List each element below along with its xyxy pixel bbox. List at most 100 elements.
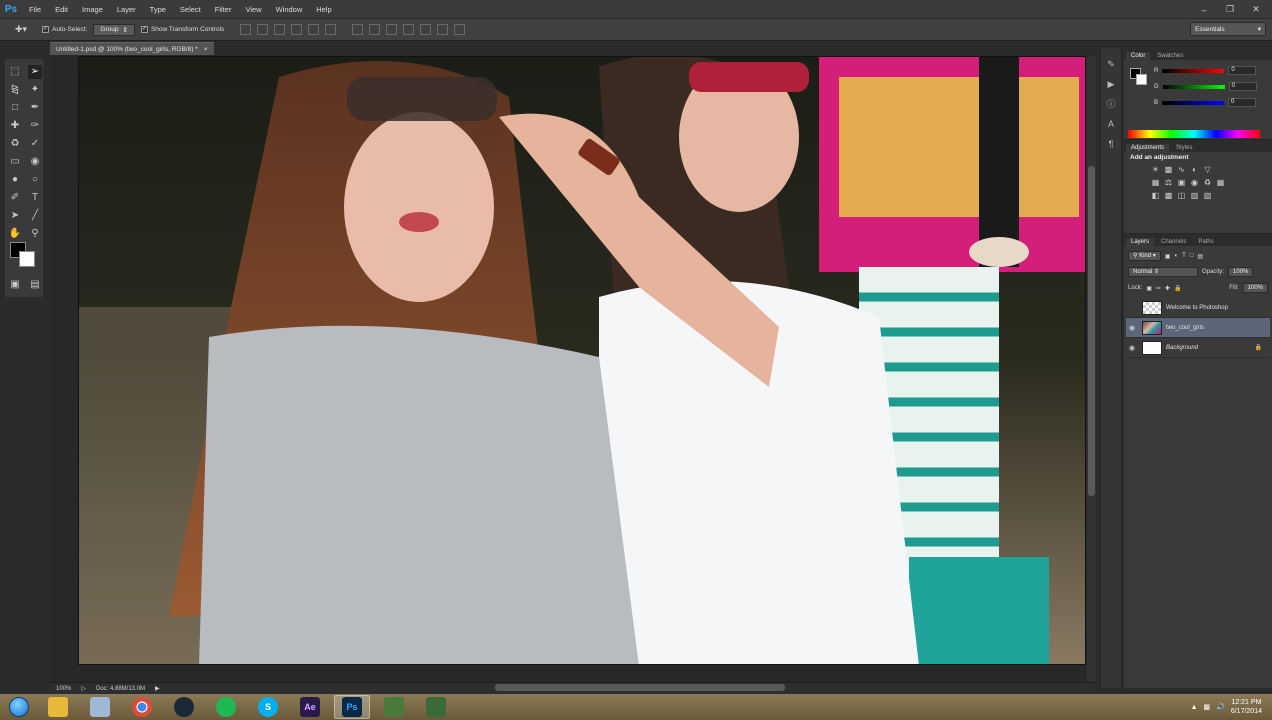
lock-transparent-icon[interactable]: ▣ [1146,285,1152,292]
horizontal-scroll-thumb[interactable] [495,684,785,691]
layer-name[interactable]: Welcome to Photoshop [1166,305,1228,311]
tab-swatches[interactable]: Swatches [1152,52,1188,60]
workspace-dropdown[interactable]: Essentials ▾ [1190,22,1266,36]
dodge-tool-icon[interactable]: ○ [28,173,42,187]
distribute-right-icon[interactable] [437,24,449,35]
zoom-tool-icon[interactable]: ⚲ [28,227,42,241]
restore-icon[interactable]: ❐ [1220,3,1240,17]
fill-input[interactable]: 100% [1242,283,1268,293]
brightness-contrast-icon[interactable]: ☀ [1150,164,1161,175]
align-right-icon[interactable] [325,24,337,35]
selective-color-icon[interactable]: ▧ [1202,190,1213,201]
menu-type[interactable]: Type [143,0,173,19]
menu-window[interactable]: Window [269,0,310,19]
align-bottom-icon[interactable] [274,24,286,35]
taskbar-app-green[interactable] [376,695,412,719]
align-hcenter-icon[interactable] [308,24,320,35]
levels-icon[interactable]: ▩ [1163,164,1174,175]
auto-align-icon[interactable] [454,24,466,35]
photo-filter-icon[interactable]: ◉ [1189,177,1200,188]
slider-r-track[interactable] [1162,68,1225,73]
line-tool-icon[interactable]: ╱ [28,209,42,223]
healing-brush-tool-icon[interactable]: ✚ [8,119,22,133]
taskbar-notepad[interactable] [82,695,118,719]
show-transform-checkbox[interactable]: ✓ Show Transform Controls [140,26,224,33]
filter-adjust-icon[interactable]: ◐ [1174,253,1178,259]
taskbar-after-effects[interactable]: Ae [292,695,328,719]
slider-r[interactable]: R 0 [1154,66,1257,75]
path-select-tool-icon[interactable]: ➤ [8,209,22,223]
character-icon[interactable]: A [1105,118,1117,130]
kind-filter-dropdown[interactable]: ⚲ Kind ▾ [1128,251,1161,261]
filter-pixel-icon[interactable]: ▣ [1165,253,1171,260]
filter-shape-icon[interactable]: □ [1190,253,1194,259]
menu-select[interactable]: Select [173,0,208,19]
network-icon[interactable]: ▩ [1204,703,1211,711]
eye-icon[interactable]: ◉ [1126,324,1138,332]
posterize-icon[interactable]: ▩ [1163,190,1174,201]
menu-image[interactable]: Image [75,0,110,19]
layer-row[interactable]: ◉ Background 🔒 [1126,338,1270,358]
lock-image-icon[interactable]: ✑ [1156,285,1161,292]
history-brush-tool-icon[interactable]: ✓ [28,137,42,151]
quick-select-tool-icon[interactable]: ✦ [28,83,42,97]
paint-bucket-tool-icon[interactable]: ◉ [28,155,42,169]
taskbar-spotify[interactable] [208,695,244,719]
close-tab-icon[interactable]: × [204,46,208,53]
menu-file[interactable]: File [22,0,48,19]
color-panel-background[interactable] [1136,74,1147,85]
layer-name[interactable]: two_cool_girls [1166,325,1204,331]
hue-saturation-icon[interactable]: ▦ [1150,177,1161,188]
taskbar-photoshop[interactable]: Ps [334,695,370,719]
vibrance-icon[interactable]: ▽ [1202,164,1213,175]
color-balance-icon[interactable]: ⚖ [1163,177,1174,188]
filter-type-icon[interactable]: T [1182,253,1186,259]
screen-mode-icon[interactable]: ▤ [28,278,42,292]
black-white-icon[interactable]: ▣ [1176,177,1187,188]
lock-position-icon[interactable]: ✚ [1165,285,1170,292]
history-icon[interactable]: ✎ [1105,58,1117,70]
export-icon[interactable]: ▷ [81,685,86,692]
start-button[interactable] [4,695,34,719]
eye-icon[interactable]: ◉ [1126,344,1138,352]
info-icon[interactable]: ⓘ [1105,98,1117,110]
tab-layers[interactable]: Layers [1126,238,1155,246]
taskbar-skype[interactable]: S [250,695,286,719]
color-lookup-icon[interactable]: ▦ [1215,177,1226,188]
vertical-scroll-thumb[interactable] [1088,166,1095,496]
paragraph-icon[interactable]: ¶ [1105,138,1117,150]
tab-paths[interactable]: Paths [1193,238,1218,246]
channel-mixer-icon[interactable]: ♻ [1202,177,1213,188]
align-vcenter-icon[interactable] [257,24,269,35]
hand-tool-icon[interactable]: ✋ [8,227,22,241]
blend-mode-dropdown[interactable]: Normal ⇕ [1128,267,1198,277]
tab-channels[interactable]: Channels [1156,238,1191,246]
layer-row-selected[interactable]: ◉ two_cool_girls [1126,318,1270,338]
move-tool-preset-icon[interactable]: ✚▾ [6,22,36,38]
menu-edit[interactable]: Edit [48,0,75,19]
lock-all-icon[interactable]: 🔒 [1174,285,1181,292]
blur-tool-icon[interactable]: ● [8,173,22,187]
quick-mask-icon[interactable]: ▣ [8,278,22,292]
tray-arrow-icon[interactable]: ▲ [1191,704,1198,711]
align-top-icon[interactable] [240,24,252,35]
taskbar-app-cards[interactable] [418,695,454,719]
volume-icon[interactable]: 🔊 [1216,703,1225,711]
lasso-tool-icon[interactable]: ⧎ [8,83,22,97]
color-spectrum[interactable] [1128,130,1260,138]
slider-g-value[interactable]: 0 [1228,82,1257,91]
crop-tool-icon[interactable]: □ [8,101,22,115]
pen-tool-icon[interactable]: ✐ [8,191,22,205]
brush-tool-icon[interactable]: ✑ [28,119,42,133]
menu-filter[interactable]: Filter [208,0,239,19]
canvas-image[interactable] [78,56,1086,665]
slider-b-value[interactable]: 0 [1228,98,1257,107]
document-tab[interactable]: Untitled-1.psd @ 100% (two_cool_girls, R… [50,42,214,55]
eyedropper-tool-icon[interactable]: ✒ [28,101,42,115]
curves-icon[interactable]: ∿ [1176,164,1187,175]
minimize-icon[interactable]: – [1194,3,1214,17]
taskbar-steam[interactable] [166,695,202,719]
exposure-icon[interactable]: ◐ [1189,164,1200,175]
type-tool-icon[interactable]: T [28,191,42,205]
tab-color[interactable]: Color [1126,52,1151,60]
